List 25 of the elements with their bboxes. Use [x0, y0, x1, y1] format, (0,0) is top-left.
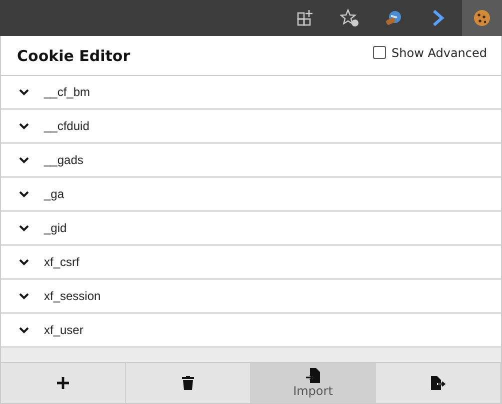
popup-title: Cookie Editor — [17, 46, 130, 64]
import-button[interactable]: Import — [251, 363, 376, 403]
cookie-row[interactable]: __cf_bm — [1, 76, 501, 110]
cookie-name: xf_user — [44, 323, 84, 337]
cookie-name: __gads — [44, 153, 84, 167]
file-import-icon — [306, 368, 320, 383]
cookie-name: _ga — [44, 187, 64, 201]
cookie-row[interactable]: _ga — [1, 178, 501, 212]
cookie-row[interactable]: __gads — [1, 144, 501, 178]
cookie-name: __cf_bm — [44, 85, 90, 99]
cookie-name: _gid — [44, 221, 67, 235]
export-button[interactable] — [376, 363, 501, 403]
cookie-row[interactable]: __cfduid — [1, 110, 501, 144]
trash-icon — [182, 376, 194, 390]
cookie-row[interactable]: xf_session — [1, 280, 501, 314]
delete-button[interactable] — [126, 363, 251, 403]
file-export-icon — [430, 376, 446, 390]
cookie-name: xf_session — [44, 289, 101, 303]
cookie-name: __cfduid — [44, 119, 90, 133]
show-advanced-checkbox[interactable]: Show Advanced — [372, 46, 487, 66]
plus-icon — [57, 377, 69, 389]
cookie-name: xf_csrf — [44, 255, 80, 269]
checkbox-square[interactable] — [372, 46, 386, 59]
cookie-row[interactable]: _gid — [1, 212, 501, 246]
cookie-row[interactable]: xf_csrf — [1, 246, 501, 280]
